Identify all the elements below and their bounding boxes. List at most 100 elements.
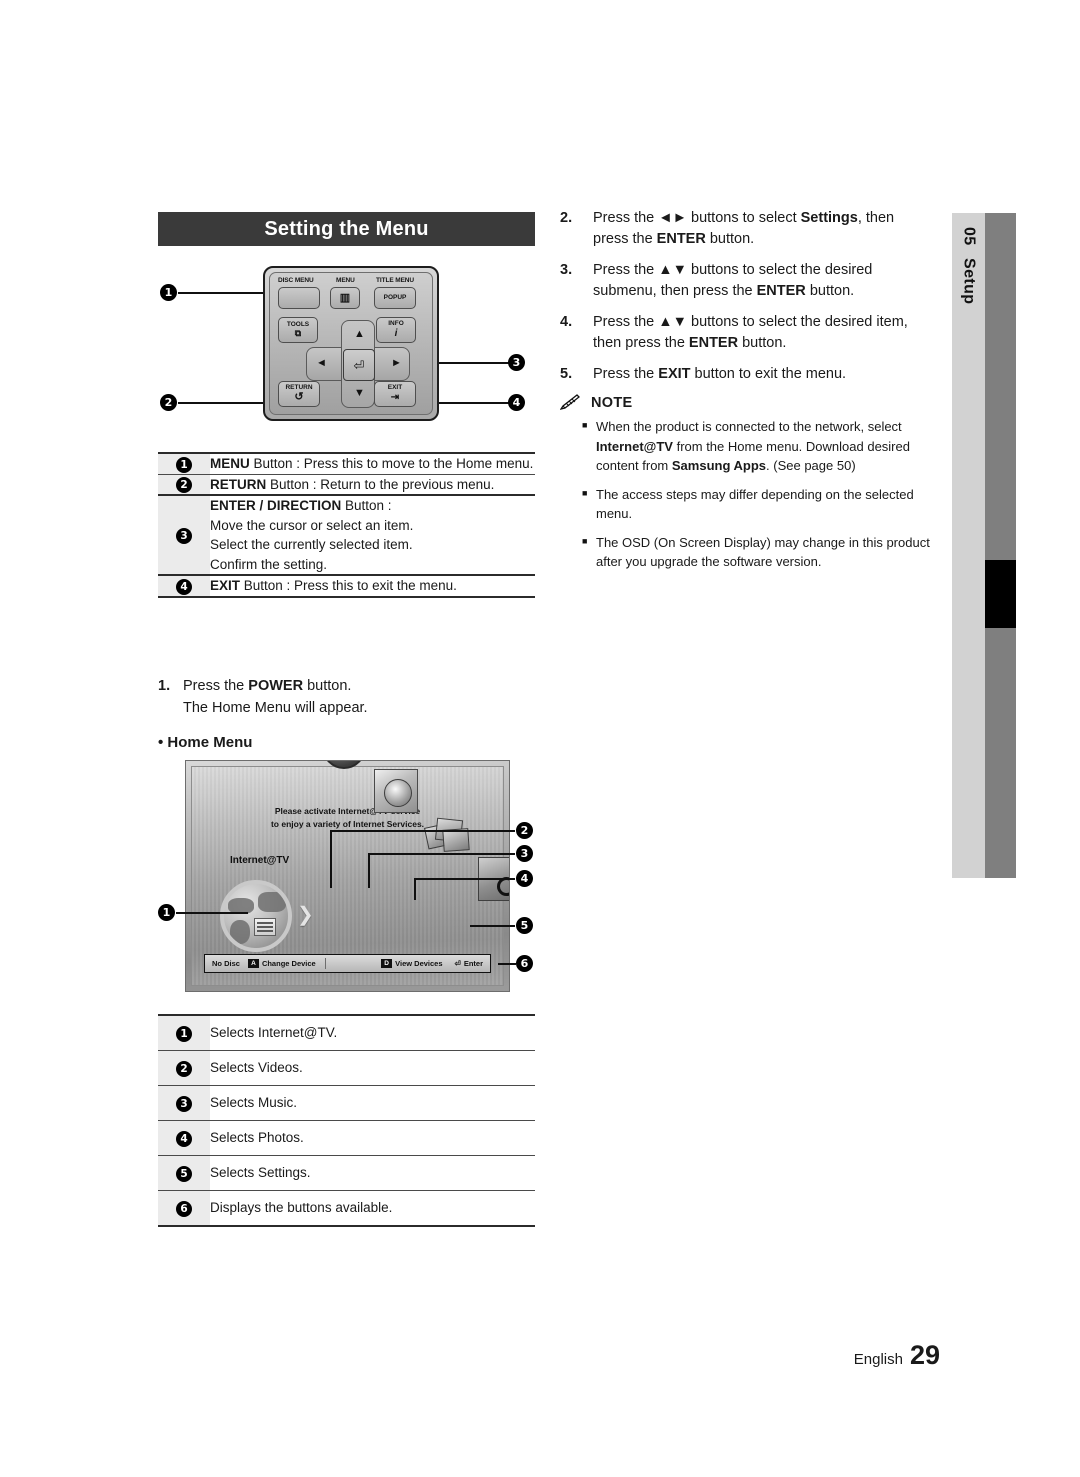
row-plain-text: Button : (341, 498, 392, 514)
photo-thumb (442, 828, 470, 852)
reel-hole (330, 760, 342, 761)
popup-button[interactable]: POPUP (374, 287, 416, 309)
return-button[interactable]: RETURN ↺ (278, 381, 320, 407)
row-number-badge: 6 (176, 1201, 192, 1217)
home-leader-drop-3 (368, 853, 370, 888)
key-a-icon: A (247, 959, 259, 968)
change-device-action[interactable]: A Change Device (247, 959, 316, 968)
table-row: 5 Selects Settings. (158, 1155, 535, 1191)
home-leader-line-5 (470, 925, 515, 927)
step-number: 4. (560, 313, 573, 330)
key-d-icon: D (381, 959, 393, 968)
chevron-right-icon: ❯ (297, 904, 314, 926)
arrow-right-icon[interactable]: ► (391, 358, 402, 369)
arrow-glyphs: ▲▼ (658, 261, 687, 278)
title-menu-label: TITLE MENU (376, 277, 414, 284)
right-column: 2. Press the ◄► buttons to select Settin… (560, 208, 930, 581)
note-item: ■ When the product is connected to the n… (560, 417, 930, 476)
internet-tv-label: Internet@TV (230, 855, 290, 866)
menu-button[interactable]: ▥ (330, 287, 360, 309)
arrow-glyphs: ▲▼ (658, 313, 687, 330)
step-body: Press the EXIT button to exit the menu. (593, 364, 846, 385)
reel-hole (346, 760, 358, 761)
arrow-up-icon[interactable]: ▲ (354, 329, 365, 340)
row-text-cell: ENTER / DIRECTION Button : Move the curs… (210, 494, 535, 576)
step-text: button. (738, 335, 787, 352)
row-plain-text: Button : Press this to exit the menu. (240, 578, 457, 594)
step-number: 5. (560, 365, 573, 382)
remote-body: DISC MENU MENU TITLE MENU ▥ POPUP TOOLS … (263, 266, 439, 421)
step-text: Press the (593, 365, 659, 382)
table-row: 3 Selects Music. (158, 1085, 535, 1121)
row-plain-text: Button : Press this to move to the Home … (249, 456, 534, 471)
step-1: 1. Press the POWER button. The Home Menu… (158, 676, 538, 720)
step-text-bold: ENTER (656, 231, 706, 248)
step-text-post: button. (303, 678, 352, 694)
step-text-line2: The Home Menu will appear. (183, 699, 368, 716)
view-devices-action[interactable]: D View Devices (381, 959, 443, 968)
change-device-label: Change Device (261, 959, 316, 968)
footer-page-number: 29 (909, 1340, 940, 1370)
step-2: 2. Press the ◄► buttons to select Settin… (560, 208, 930, 251)
row-number-badge: 4 (176, 1131, 192, 1147)
menu-icon: ▥ (339, 291, 351, 304)
row-number-cell: 1 (158, 451, 210, 475)
exit-button[interactable]: EXIT ⇥ (374, 381, 416, 407)
row-extra-line: Confirm the setting. (210, 556, 328, 572)
arrow-down-icon[interactable]: ▼ (354, 388, 365, 399)
enter-icon: ⏎ (353, 357, 365, 373)
videos-icon[interactable] (322, 760, 366, 769)
row-number-badge: 3 (176, 528, 192, 545)
row-text-cell: EXIT Button : Press this to exit the men… (210, 574, 535, 598)
photos-icon[interactable] (423, 813, 470, 857)
note-text-bold: Samsung Apps (671, 458, 767, 474)
row-extra-line: Move the cursor or select an item. (210, 517, 414, 533)
tools-icon: ⧉ (294, 328, 302, 339)
step-text: buttons to select (686, 210, 801, 226)
page-footer: English 29 (0, 1340, 1080, 1371)
pencil-icon (560, 394, 580, 411)
step-text: button. (805, 283, 855, 300)
note-text-bold: Internet@TV (596, 438, 673, 454)
chapter-tab-dark-strip (985, 213, 1016, 878)
arrow-left-icon[interactable]: ◄ (316, 358, 327, 369)
no-disc-label: No Disc (212, 959, 240, 968)
globe-card-icon (254, 918, 276, 936)
enter-button[interactable]: ⏎ (343, 349, 375, 381)
row-text-cell: Selects Settings. (210, 1155, 535, 1191)
row-number-cell: 4 (158, 1120, 210, 1156)
row-number-cell: 3 (158, 1085, 210, 1121)
home-leader-line-1 (176, 912, 248, 914)
home-menu-screenshot: Please activate Internet@TV service to e… (185, 760, 510, 992)
row-plain-text: Button : Return to the previous menu. (266, 476, 495, 492)
step-number: 3. (560, 261, 573, 278)
row-number-cell: 6 (158, 1190, 210, 1227)
home-leader-drop-2 (330, 830, 332, 888)
footer-language: English (853, 1351, 903, 1368)
row-text-cell: Selects Videos. (210, 1050, 535, 1086)
row-bold-text: ENTER / DIRECTION (210, 498, 342, 514)
step-body: Press the ▲▼ buttons to select the desir… (593, 260, 930, 303)
row-number-cell: 3 (158, 494, 210, 576)
chapter-tab-black-marker (985, 560, 1016, 628)
home-callout-2: 2 (516, 822, 533, 839)
home-menu-heading: • Home Menu (158, 733, 253, 751)
row-number-cell: 1 (158, 1014, 210, 1051)
enter-action[interactable]: ⏎ Enter (455, 959, 483, 968)
internet-tv-globe-icon[interactable] (220, 880, 292, 952)
row-number-badge: 1 (176, 1026, 192, 1042)
exit-label: EXIT (387, 384, 403, 392)
disc-menu-button[interactable] (278, 287, 320, 309)
leader-line-3 (430, 362, 512, 364)
return-icon: ↺ (294, 391, 304, 404)
step-text: Press the (593, 210, 659, 226)
home-callout-4: 4 (516, 870, 533, 887)
home-callout-5: 5 (516, 917, 533, 934)
home-leader-line-4 (414, 878, 515, 880)
music-icon[interactable] (374, 769, 418, 813)
note-header: NOTE (560, 394, 930, 411)
table-row: 3 ENTER / DIRECTION Button : Move the cu… (158, 494, 535, 576)
table-row: 2 RETURN Button : Return to the previous… (158, 473, 535, 496)
row-text-cell: Selects Internet@TV. (210, 1014, 535, 1051)
step-text-bold: ENTER (688, 335, 739, 352)
